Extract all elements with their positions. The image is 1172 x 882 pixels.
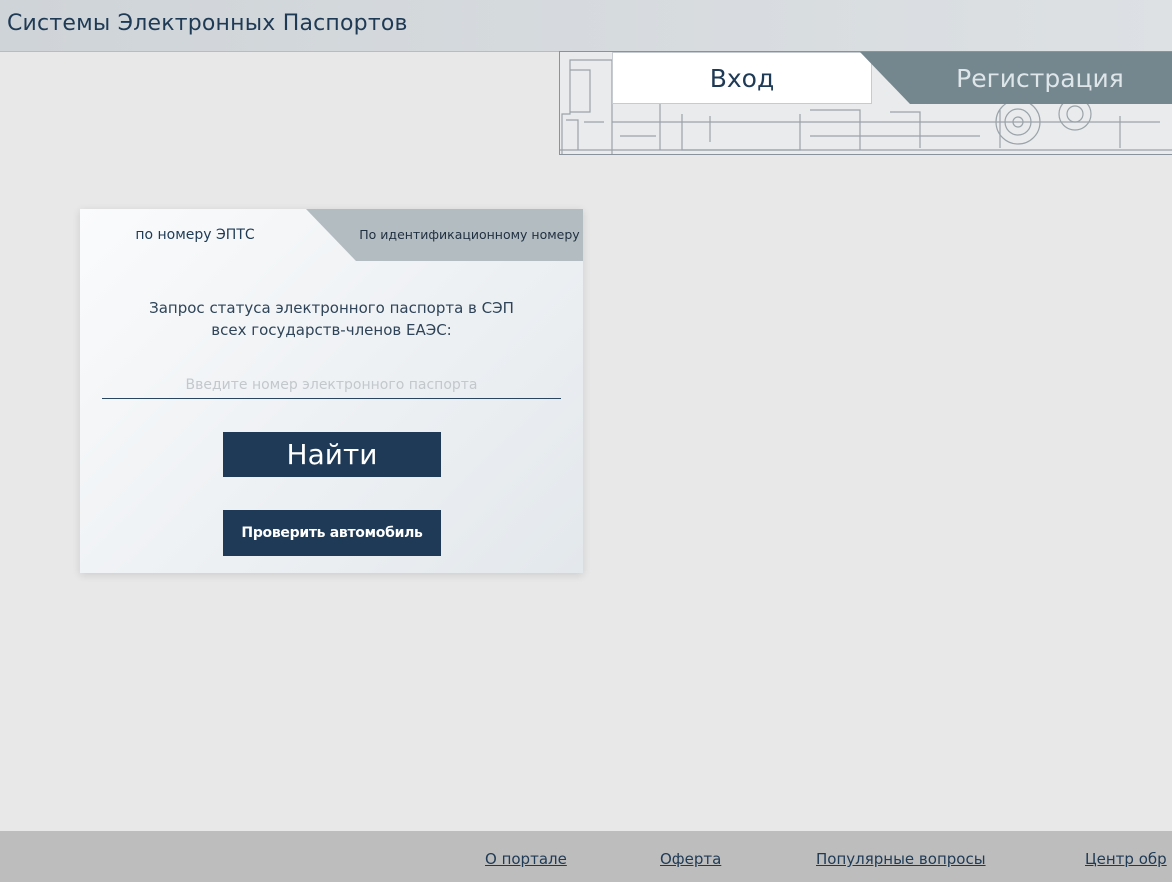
find-button[interactable]: Найти	[223, 432, 441, 477]
footer-link-faq[interactable]: Популярные вопросы	[816, 850, 986, 868]
search-description-line-1: Запрос статуса электронного паспорта в С…	[149, 299, 514, 317]
site-header: Системы Электронных Паспортов	[0, 0, 1172, 52]
footer-link-center[interactable]: Центр обр	[1085, 850, 1167, 868]
search-description-line-2: всех государств-членов ЕАЭС:	[211, 321, 452, 339]
passport-search-card: по номеру ЭПТС По идентификационному ном…	[80, 209, 583, 573]
tab-by-epts-number[interactable]: по номеру ЭПТС	[80, 209, 310, 261]
tab-login[interactable]: Вход	[612, 52, 872, 104]
auth-panel: Вход Регистрация	[559, 51, 1172, 155]
tab-register[interactable]: Регистрация	[860, 52, 1172, 104]
tab-by-vin[interactable]: По идентификационному номеру	[306, 209, 583, 261]
passport-number-input[interactable]	[102, 371, 561, 399]
footer-link-offer[interactable]: Оферта	[660, 850, 721, 868]
check-car-button[interactable]: Проверить автомобиль	[223, 510, 441, 556]
site-title: Системы Электронных Паспортов	[7, 11, 408, 36]
footer-link-about[interactable]: О портале	[485, 850, 567, 868]
search-description: Запрос статуса электронного паспорта в С…	[100, 297, 563, 341]
site-footer: О портале Оферта Популярные вопросы Цент…	[0, 831, 1172, 882]
